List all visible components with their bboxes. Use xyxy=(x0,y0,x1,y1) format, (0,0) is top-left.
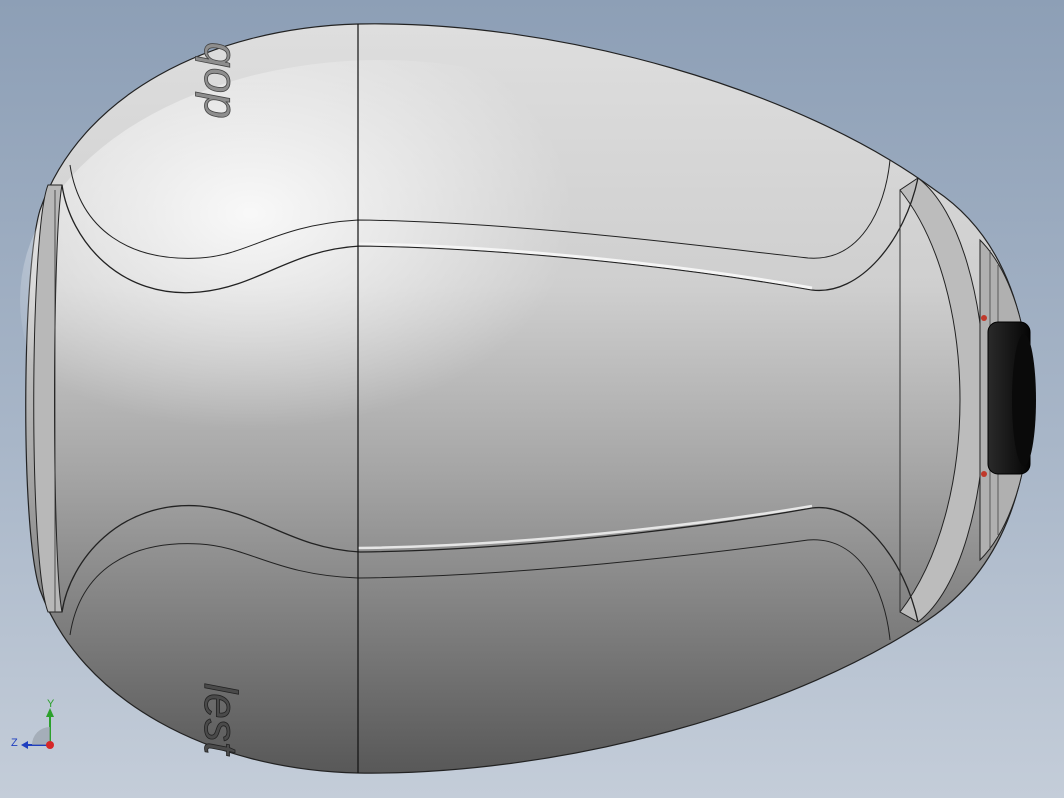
specular-highlight xyxy=(20,60,740,540)
lens-glass xyxy=(1012,334,1036,466)
axis-triad: Y Z xyxy=(11,698,55,749)
indicator-light-bottom xyxy=(981,471,987,477)
indicator-light-top xyxy=(981,315,987,321)
cad-viewport[interactable]: qop lest Y Z xyxy=(0,0,1064,798)
model-canvas[interactable]: qop lest Y Z xyxy=(0,0,1064,798)
lens-assembly xyxy=(979,238,1036,562)
triad-z-label: Z xyxy=(11,737,18,749)
x-axis-dot xyxy=(46,741,54,749)
triad-y-label: Y xyxy=(47,698,55,710)
embossed-logo-top: qop xyxy=(195,42,247,119)
embossed-logo-bottom: lest xyxy=(195,683,247,757)
